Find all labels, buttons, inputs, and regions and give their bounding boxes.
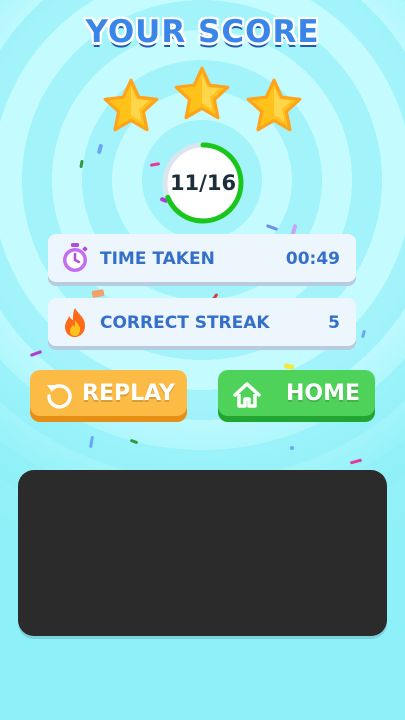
home-button[interactable]: HOME (218, 370, 375, 422)
star-icon (174, 66, 230, 120)
screen-title: YOUR SCORE (85, 14, 320, 50)
time-taken-label: TIME TAKEN (100, 249, 215, 269)
star-icon (246, 78, 302, 132)
home-label: HOME (286, 381, 361, 406)
stopwatch-icon (63, 243, 88, 272)
score-text: 11/16 (169, 171, 237, 195)
ad-panel (18, 470, 387, 636)
replay-label: REPLAY (82, 381, 175, 406)
star-icon (103, 78, 159, 132)
replay-button[interactable]: REPLAY (30, 370, 187, 422)
fire-icon (65, 308, 86, 337)
correct-streak-label: CORRECT STREAK (100, 313, 270, 333)
replay-icon (47, 384, 72, 409)
home-icon (233, 382, 261, 408)
correct-streak-value: 5 (328, 313, 340, 333)
correct-streak-card: CORRECT STREAK 5 (48, 298, 356, 346)
confetti-piece (290, 446, 294, 450)
time-taken-value: 00:49 (285, 249, 340, 269)
time-taken-card: TIME TAKEN 00:49 (48, 234, 356, 282)
